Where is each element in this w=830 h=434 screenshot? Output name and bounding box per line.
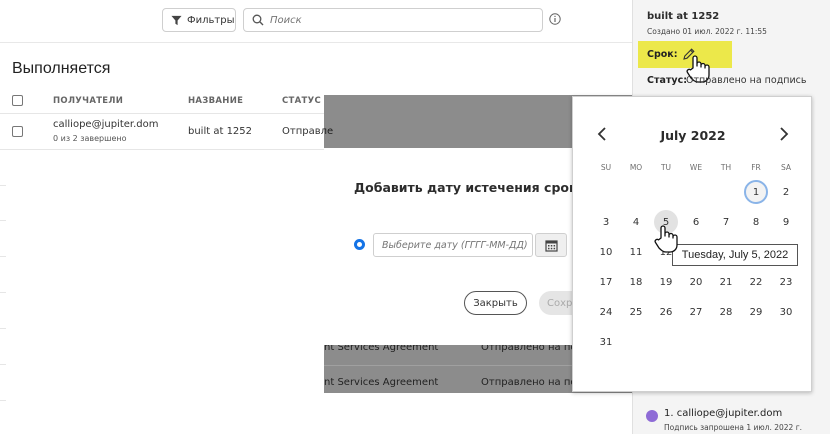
dialog-title: Добавить дату истечения срока дей: [354, 180, 574, 195]
edge-tick: [0, 364, 6, 365]
calendar-day-19[interactable]: 19: [654, 270, 678, 294]
calendar-day-11[interactable]: 11: [624, 240, 648, 264]
calendar-month-label: July 2022: [660, 128, 726, 143]
calendar-day-28[interactable]: 28: [714, 300, 738, 324]
calendar-icon: [544, 239, 558, 252]
calendar-day-3[interactable]: 3: [594, 210, 618, 234]
chevron-right-icon: [780, 127, 789, 141]
row-progress: 0 из 2 завершено: [53, 134, 127, 143]
weekday-mo: MO: [629, 163, 643, 172]
calendar-day-2[interactable]: 2: [774, 180, 798, 204]
participant-dot: [646, 410, 658, 422]
calendar-day-1[interactable]: 1: [744, 180, 768, 204]
edge-tick: [0, 400, 6, 401]
section-title: Выполняется: [12, 60, 111, 77]
column-header-name[interactable]: НАЗВАНИЕ: [188, 96, 243, 106]
toolbar-divider: [0, 42, 632, 43]
calendar-day-23[interactable]: 23: [774, 270, 798, 294]
header-divider: [0, 113, 324, 114]
weekday-th: TH: [720, 163, 732, 172]
select-all-checkbox[interactable]: [12, 95, 23, 106]
next-month-button[interactable]: [779, 127, 789, 145]
participant-sub: Подпись запрошена 1 июл. 2022 г.: [664, 423, 803, 432]
calendar-day-21[interactable]: 21: [714, 270, 738, 294]
edge-tick: [0, 256, 6, 257]
column-header-status[interactable]: СТАТУС: [282, 96, 321, 106]
date-radio[interactable]: [354, 239, 365, 250]
calendar-day-24[interactable]: 24: [594, 300, 618, 324]
calendar-day-10[interactable]: 10: [594, 240, 618, 264]
expiration-dialog: Добавить дату истечения срока дей Закрыт…: [324, 148, 599, 345]
search-icon: [252, 14, 264, 26]
row-divider: [0, 149, 324, 150]
row-name[interactable]: built at 1252: [188, 126, 252, 137]
filters-label: Фильтры: [187, 14, 235, 26]
panel-created: Создано 01 июл. 2022 г. 11:55: [647, 27, 767, 36]
background-row-status: Отправлено на под.: [481, 377, 587, 388]
calendar-day-6[interactable]: 6: [684, 210, 708, 234]
edge-tick: [0, 220, 6, 221]
row-checkbox[interactable]: [12, 126, 23, 137]
participant-email[interactable]: 1. calliope@jupiter.dom: [664, 408, 782, 419]
panel-title: built at 1252: [647, 11, 720, 22]
weekday-tu: TU: [660, 163, 672, 172]
calendar-day-8[interactable]: 8: [744, 210, 768, 234]
calendar-button[interactable]: [535, 233, 567, 257]
edge-tick: [0, 328, 6, 329]
edge-tick: [0, 292, 6, 293]
deadline-label: Срок:: [647, 49, 678, 60]
filters-button[interactable]: Фильтры: [162, 8, 236, 32]
calendar-day-26[interactable]: 26: [654, 300, 678, 324]
column-header-recipients[interactable]: ПОЛУЧАТЕЛИ: [53, 96, 123, 106]
calendar-day-18[interactable]: 18: [624, 270, 648, 294]
weekday-we: WE: [689, 163, 703, 172]
calendar-day-31[interactable]: 31: [594, 330, 618, 354]
search-box[interactable]: [243, 8, 543, 32]
hand-cursor-icon: [654, 225, 678, 253]
calendar-day-30[interactable]: 30: [774, 300, 798, 324]
calendar-day-9[interactable]: 9: [774, 210, 798, 234]
filter-icon: [171, 15, 182, 25]
date-input[interactable]: [373, 233, 533, 257]
date-tooltip: Tuesday, July 5, 2022: [672, 244, 798, 266]
background-row-name: nt Services Agreement: [324, 377, 439, 388]
status-label: Статус:: [647, 75, 688, 86]
status-value: Отправлено на подпись: [686, 75, 807, 86]
calendar-day-27[interactable]: 27: [684, 300, 708, 324]
close-button[interactable]: Закрыть: [464, 291, 527, 315]
weekday-fr: FR: [751, 163, 761, 172]
calendar-day-29[interactable]: 29: [744, 300, 768, 324]
calendar-day-4[interactable]: 4: [624, 210, 648, 234]
calendar-day-20[interactable]: 20: [684, 270, 708, 294]
calendar-day-7[interactable]: 7: [714, 210, 738, 234]
weekday-su: SU: [600, 163, 612, 172]
search-input[interactable]: [270, 14, 530, 26]
calendar-day-25[interactable]: 25: [624, 300, 648, 324]
edge-tick: [0, 185, 6, 186]
info-icon[interactable]: [549, 13, 561, 25]
calendar-day-17[interactable]: 17: [594, 270, 618, 294]
row-recipient[interactable]: calliope@jupiter.dom: [53, 119, 158, 130]
weekday-sa: SA: [780, 163, 792, 172]
calendar-day-22[interactable]: 22: [744, 270, 768, 294]
